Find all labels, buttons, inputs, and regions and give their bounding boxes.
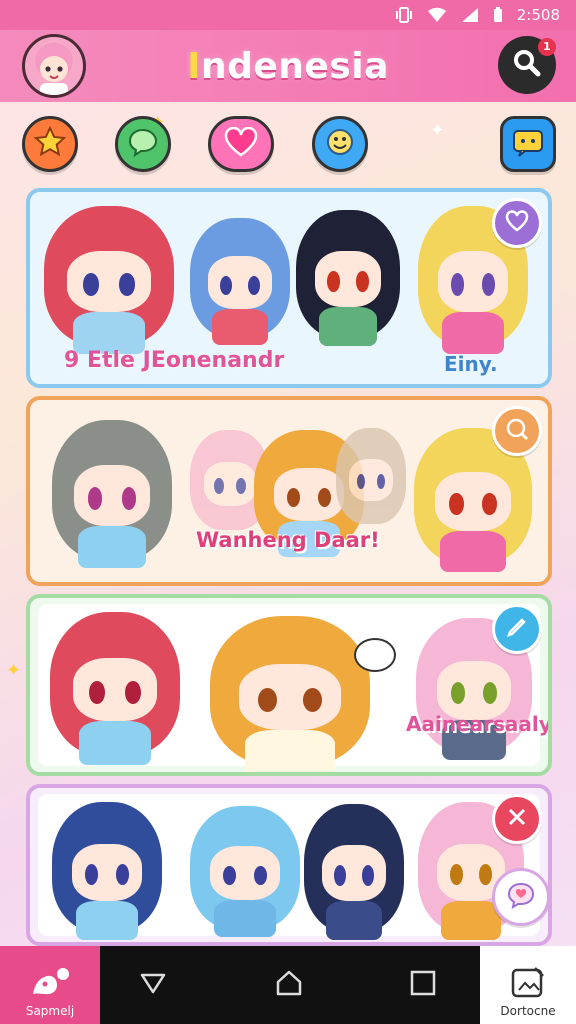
sticker-pack-title: Wanheng Daar! [196, 528, 380, 552]
status-bar: 2:508 [0, 0, 576, 30]
favorite-button[interactable] [492, 198, 542, 248]
vibrate-icon [395, 7, 413, 23]
message-icon [511, 127, 545, 161]
sticker-character [296, 210, 400, 346]
bottom-navigation: Sapmelj Dortocne [0, 946, 576, 1024]
nav-editor-label: Dortocne [500, 1004, 556, 1018]
edit-heart-icon [504, 614, 530, 644]
home-button[interactable] [272, 968, 306, 1002]
favorite-button[interactable] [492, 604, 542, 654]
sticker-character [210, 616, 370, 772]
category-emoji[interactable] [312, 116, 368, 172]
battery-icon [493, 7, 503, 23]
chat-heart-icon [504, 416, 530, 446]
back-triangle-icon [139, 971, 167, 999]
sticker-pack-card[interactable]: 9 Etle JEonenandr Einy. [26, 188, 552, 388]
app-header: Indenesia 1 [0, 30, 576, 102]
sticker-logo-icon [27, 966, 73, 1004]
sticker-character [52, 802, 162, 940]
category-bar [0, 112, 576, 176]
star-icon [33, 125, 67, 163]
sticker-pack-card[interactable]: Aainearsaaly [26, 594, 552, 776]
recents-square-icon [409, 969, 437, 1001]
sticker-edit-icon [509, 966, 547, 1004]
sticker-character [190, 806, 300, 938]
clock: 2:508 [516, 6, 560, 24]
category-love[interactable] [208, 116, 274, 172]
category-favorites[interactable] [22, 116, 78, 172]
favorite-button[interactable] [492, 406, 542, 456]
home-icon [274, 969, 304, 1001]
wifi-icon [427, 7, 447, 23]
nav-stickers-label: Sapmelj [25, 1004, 75, 1018]
chat-preview-button[interactable] [492, 868, 548, 926]
unfavorite-icon [504, 804, 530, 834]
recents-button[interactable] [406, 968, 440, 1002]
sticker-character [304, 804, 404, 940]
sticker-pack-title: Aainearsaaly [406, 712, 552, 736]
sticker-character [50, 612, 180, 765]
sticker-pack-subtitle: Einy. [444, 352, 498, 376]
favorite-button[interactable] [492, 794, 542, 844]
category-messages[interactable] [500, 116, 556, 172]
nav-stickers-tab[interactable]: Sapmelj [0, 946, 100, 1024]
back-button[interactable] [136, 968, 170, 1002]
nav-editor-tab[interactable]: Dortocne [480, 946, 576, 1024]
heart-tag-icon [504, 208, 530, 238]
search-button[interactable]: 1 [498, 36, 556, 94]
notification-badge: 1 [538, 38, 556, 56]
smile-icon [324, 126, 356, 162]
sparkle-icon: ✦ [6, 660, 22, 681]
sticker-pack-card[interactable] [26, 784, 552, 946]
chat-heart-icon [506, 881, 536, 913]
speech-bubble-icon [354, 638, 396, 672]
sticker-pack-card[interactable]: Wanheng Daar! [26, 396, 552, 586]
sticker-pack-title: 9 Etle JEonenandr [64, 348, 285, 373]
category-chat[interactable] [115, 116, 171, 172]
search-icon [512, 48, 542, 82]
sticker-character [44, 206, 174, 355]
chat-bubble-icon [127, 127, 159, 161]
avatar[interactable] [22, 34, 86, 98]
sticker-character [52, 420, 172, 569]
sticker-character [190, 218, 290, 346]
sticker-character [336, 428, 406, 524]
app-title: Indenesia [187, 45, 389, 87]
heart-icon [223, 126, 259, 161]
signal-icon [461, 7, 479, 23]
